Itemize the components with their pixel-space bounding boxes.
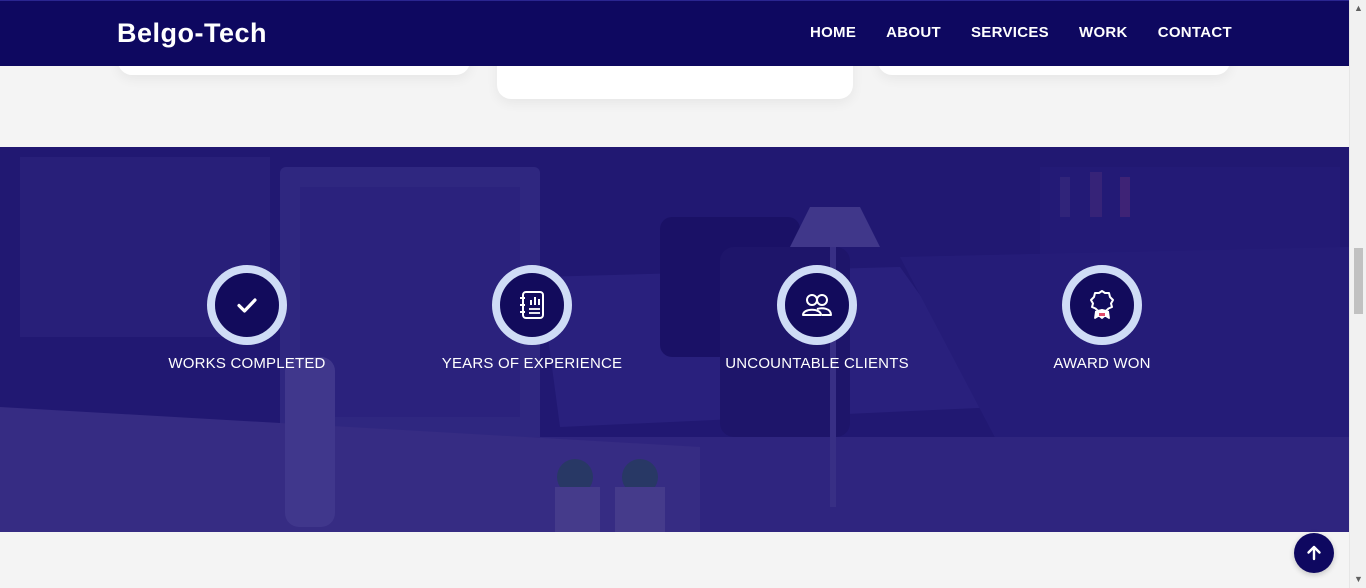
stat-label: UNCOUNTABLE CLIENTS	[725, 355, 909, 372]
stat-label: WORKS COMPLETED	[168, 355, 326, 372]
brand-logo[interactable]: Belgo-Tech	[117, 18, 267, 49]
scrollbar-thumb[interactable]	[1354, 248, 1363, 314]
stat-uncountable-clients: UNCOUNTABLE CLIENTS	[707, 265, 927, 372]
arrow-up-icon	[1307, 545, 1321, 561]
back-to-top-button[interactable]	[1294, 533, 1334, 573]
nav-work[interactable]: WORK	[1079, 24, 1128, 41]
stat-ring	[492, 265, 572, 345]
scroll-up-arrow-icon[interactable]: ▲	[1350, 0, 1366, 17]
scroll-down-arrow-icon[interactable]: ▼	[1350, 571, 1366, 588]
stat-ring	[1062, 265, 1142, 345]
stat-label: YEARS OF EXPERIENCE	[441, 355, 623, 372]
main-nav: HOME ABOUT SERVICES WORK CONTACT	[810, 24, 1232, 41]
stat-works-completed: WORKS COMPLETED	[137, 265, 357, 372]
nav-services[interactable]: SERVICES	[971, 24, 1049, 41]
nav-about[interactable]: ABOUT	[886, 24, 941, 41]
stat-ring	[207, 265, 287, 345]
nav-contact[interactable]: CONTACT	[1158, 24, 1232, 41]
page-scrollbar[interactable]: ▲ ▼	[1349, 0, 1366, 588]
site-header: Belgo-Tech HOME ABOUT SERVICES WORK CONT…	[0, 0, 1349, 66]
stat-award-won: AWARD WON	[992, 265, 1212, 372]
stat-years-experience: YEARS OF EXPERIENCE	[422, 265, 642, 372]
check-icon	[237, 298, 257, 313]
users-icon	[802, 294, 832, 316]
award-icon	[1090, 290, 1114, 319]
stat-ring	[777, 265, 857, 345]
nav-home[interactable]: HOME	[810, 24, 856, 41]
stats-banner: WORKS COMPLETED YEARS OF EXPERIENCE UNCO…	[0, 147, 1349, 532]
stat-label: AWARD WON	[1053, 355, 1151, 372]
notebook-chart-icon	[520, 291, 544, 319]
